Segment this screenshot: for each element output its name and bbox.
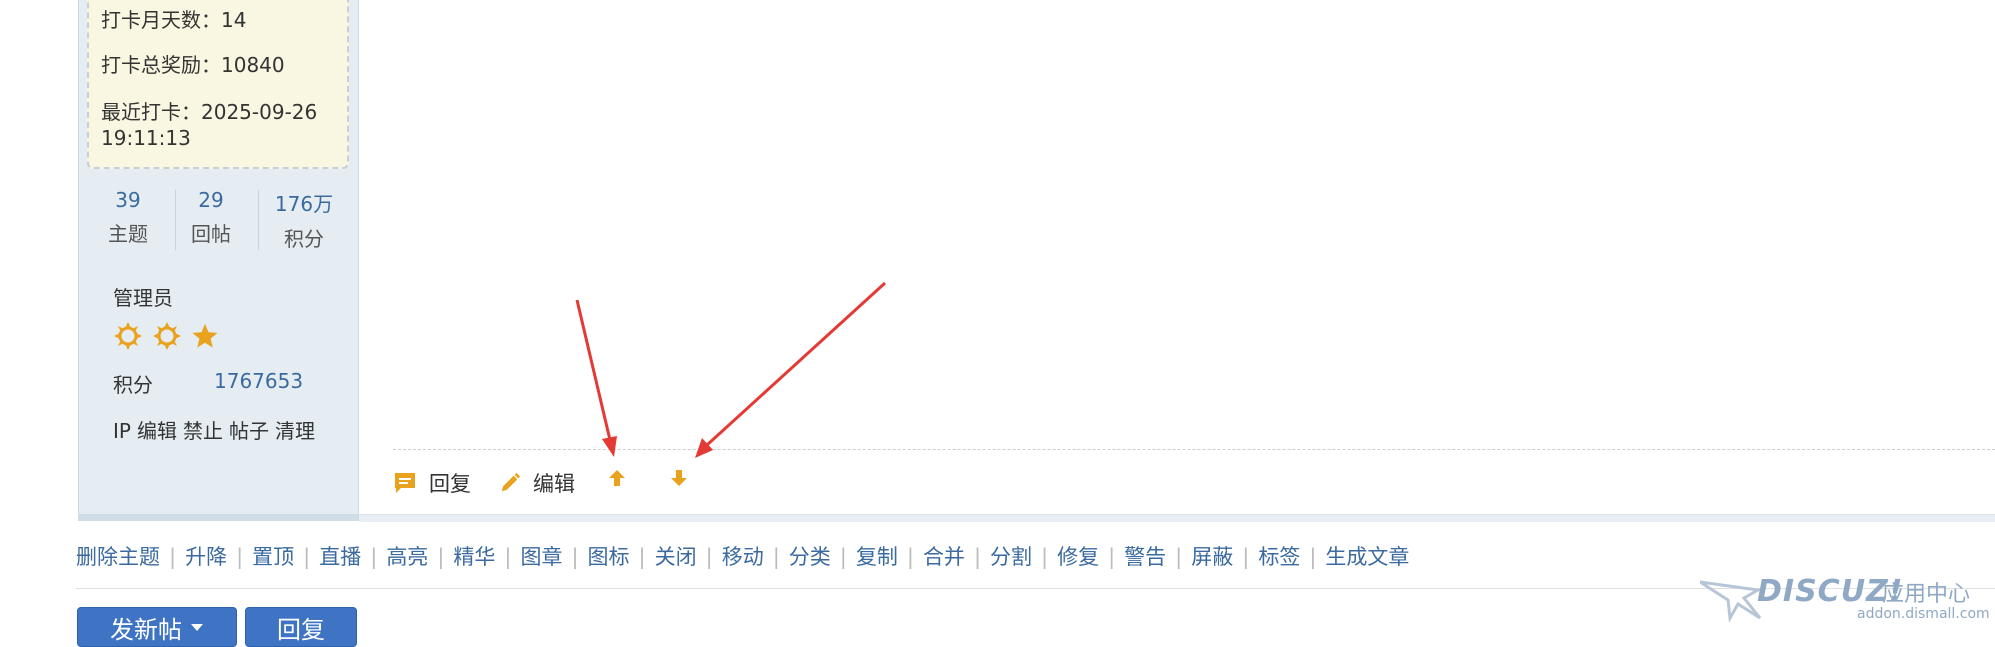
user-group[interactable]: 管理员 [113,282,173,311]
stat-replies[interactable]: 29 回帖 [181,188,241,252]
mod-digest[interactable]: 精华 [453,545,495,569]
checkin-info-box: 打卡月天数：14 打卡总奖励：10840 最近打卡：2025-09-26 19:… [87,0,349,169]
stat-divider [258,190,259,250]
user-stats: 39 主题 29 回帖 176万 积分 [78,188,359,252]
mod-separator: | [638,545,646,569]
annotation-arrow [695,281,887,458]
moderation-bar: 删除主题 | 升降 | 置顶 | 直播 | 高亮 | 精华 | 图章 | 图标 | 关闭 | 移动 | 分类 | 复制 | 合并… [76,541,1409,571]
mod-live[interactable]: 直播 [319,545,361,569]
admin-link-posts[interactable]: 帖子 [229,419,269,443]
admin-links: IP 编辑 禁止 帖子 清理 [113,415,321,444]
thumb-down-arrow-icon [671,470,687,486]
thumb-up-arrow-icon [609,470,625,486]
mod-stick[interactable]: 置顶 [252,545,294,569]
admin-link-clean[interactable]: 清理 [275,419,315,443]
watermark-brand-cn: 应用中心 [1882,582,1971,607]
mod-separator: | [571,545,579,569]
new-post-label: 发新帖 [110,615,182,644]
mod-bump[interactable]: 升降 [185,545,227,569]
stat-replies-label: 回帖 [191,222,231,246]
mod-stamp[interactable]: 图章 [520,545,562,569]
checkin-last-time: 19:11:13 [101,126,191,150]
new-post-button[interactable]: 发新帖 [77,607,237,647]
checkin-month-days: 打卡月天数：14 [101,8,247,32]
checkin-last-date: 最近打卡：2025-09-26 [101,100,318,124]
reply-button-label: 回复 [277,615,325,644]
stat-threads-value: 39 [115,188,141,212]
admin-link-ban[interactable]: 禁止 [183,419,223,443]
points-label: 积分 [113,373,153,397]
reply-label: 回复 [429,472,471,496]
mod-separator: | [1108,545,1116,569]
mod-warn[interactable]: 警告 [1124,545,1166,569]
mod-separator: | [1175,545,1183,569]
mod-separator: | [906,545,914,569]
mod-separator: | [169,545,177,569]
stat-threads[interactable]: 39 主题 [98,188,158,252]
admin-link-ip[interactable]: IP [113,419,131,443]
stat-threads-label: 主题 [108,222,148,246]
mod-ban[interactable]: 屏蔽 [1191,545,1233,569]
user-panel-bottom-border [78,514,359,521]
mod-separator: | [1041,545,1049,569]
chevron-down-icon [191,624,203,631]
mod-copy[interactable]: 复制 [856,545,898,569]
mod-merge[interactable]: 合并 [923,545,965,569]
mod-repair[interactable]: 修复 [1057,545,1099,569]
oppose-button[interactable] [669,468,689,488]
mod-separator: | [1242,545,1250,569]
mod-separator: | [370,545,378,569]
mod-close[interactable]: 关闭 [655,545,697,569]
annotation-arrow [575,299,617,457]
mod-icon[interactable]: 图标 [588,545,630,569]
mod-separator: | [772,545,780,569]
mod-separator: | [236,545,244,569]
post-divider [393,449,1995,450]
mod-split[interactable]: 分割 [990,545,1032,569]
edit-action[interactable]: 编辑 [499,468,575,498]
stat-points[interactable]: 176万 积分 [265,188,343,252]
watermark-url: addon.dismall.com [1857,606,1990,622]
mod-delete-thread[interactable]: 删除主题 [76,545,160,569]
rank-stars [113,321,223,351]
checkin-total-reward: 打卡总奖励：10840 [101,53,285,77]
sun-icon [153,322,182,350]
mod-separator: | [303,545,311,569]
mod-separator: | [1309,545,1317,569]
mod-highlight[interactable]: 高亮 [386,545,428,569]
stat-points-label: 积分 [284,227,324,251]
stat-divider [175,190,176,250]
mod-separator: | [839,545,847,569]
reply-button[interactable]: 回复 [245,607,357,647]
mod-tags[interactable]: 标签 [1258,545,1300,569]
reply-icon [395,473,415,493]
mod-separator: | [504,545,512,569]
points-value: 1767653 [214,369,304,393]
admin-link-edit[interactable]: 编辑 [137,419,177,443]
mod-separator: | [973,545,982,569]
support-button[interactable] [607,468,627,488]
mod-separator: | [437,545,445,569]
post-bottom-border [359,514,1995,522]
stat-points-value: 176万 [274,192,334,216]
sun-icon [114,322,142,350]
reply-action[interactable]: 回复 [393,468,471,498]
stat-replies-value: 29 [198,188,224,212]
mod-generate-article[interactable]: 生成文章 [1325,545,1409,569]
star-icon [192,323,218,348]
edit-icon [501,472,521,492]
mod-category[interactable]: 分类 [789,545,831,569]
edit-label: 编辑 [533,472,575,496]
mod-separator: | [705,545,713,569]
mod-move[interactable]: 移动 [722,545,764,569]
